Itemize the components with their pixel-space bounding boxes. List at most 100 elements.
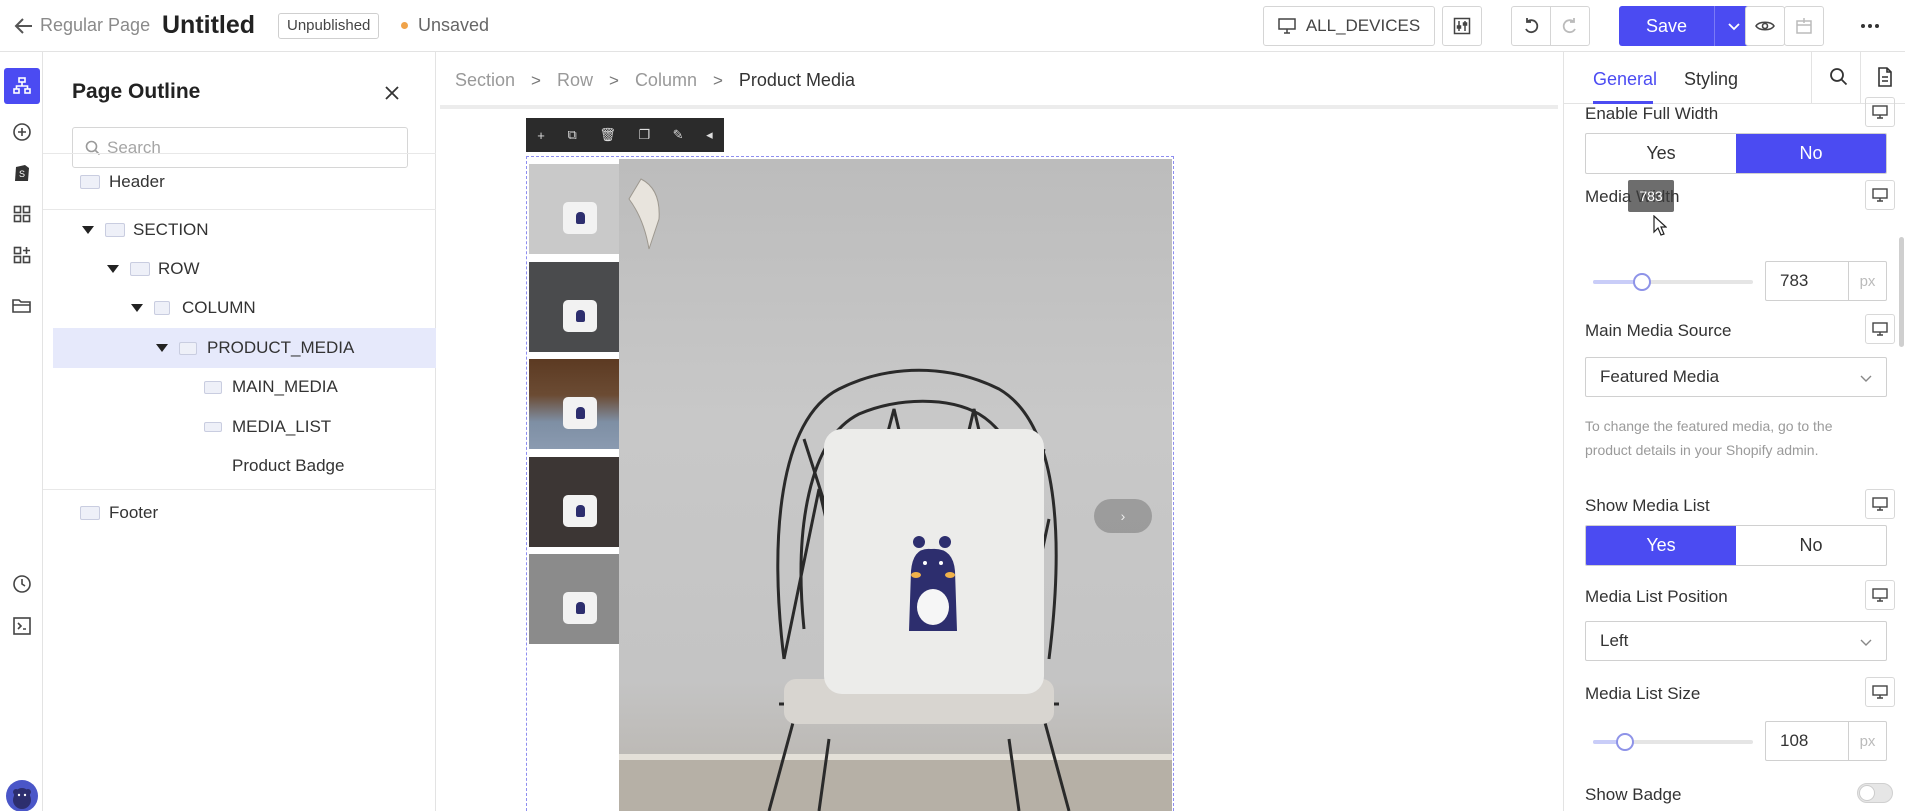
full-width-no-option[interactable]: No: [1736, 134, 1886, 173]
outline-item-column[interactable]: COLUMN: [43, 288, 436, 328]
outline-item-label: Product Badge: [232, 456, 345, 475]
media-list-no-option[interactable]: No: [1736, 526, 1886, 565]
media-thumbnail[interactable]: [529, 457, 619, 547]
media-width-slider[interactable]: [1593, 273, 1753, 291]
publish-button[interactable]: [1784, 6, 1824, 46]
caret-down-icon[interactable]: [107, 265, 119, 273]
add-element-icon[interactable]: [8, 118, 36, 146]
media-list-yes-option[interactable]: Yes: [1586, 526, 1736, 565]
device-toggle-button[interactable]: [1865, 180, 1895, 210]
device-toggle-button[interactable]: [1865, 489, 1895, 519]
redo-icon: [1562, 18, 1576, 34]
top-bar: Regular Page Untitled Unpublished Unsave…: [0, 0, 1905, 52]
page-title[interactable]: Untitled: [162, 11, 255, 40]
divider: [43, 153, 436, 154]
input-value[interactable]: 783: [1766, 262, 1848, 300]
preview-button[interactable]: [1745, 6, 1785, 46]
media-width-input[interactable]: 783 px: [1765, 261, 1887, 301]
caret-down-icon[interactable]: [131, 304, 143, 312]
media-list-position-select[interactable]: Left: [1585, 621, 1887, 661]
row-block-icon: [130, 262, 150, 276]
media-list-size-slider[interactable]: [1593, 733, 1753, 751]
page-type-link[interactable]: Regular Page: [40, 15, 150, 36]
delete-icon[interactable]: 🗑︎: [599, 127, 616, 143]
media-thumbnail[interactable]: [529, 359, 619, 449]
properties-panel: General Styling Enable Full Width Yes No…: [1563, 52, 1905, 811]
redo-button[interactable]: [1550, 6, 1590, 46]
device-toggle-button[interactable]: [1865, 677, 1895, 707]
media-list-size-input[interactable]: 108 px: [1765, 721, 1887, 761]
slider-handle[interactable]: [1633, 273, 1651, 291]
device-toggle-button[interactable]: [1865, 314, 1895, 344]
collapse-icon[interactable]: ◂: [706, 127, 713, 143]
save-button[interactable]: Save: [1619, 6, 1714, 46]
monitor-icon: [1872, 188, 1888, 202]
close-icon[interactable]: [383, 84, 401, 102]
shopify-icon[interactable]: S: [8, 158, 36, 186]
undo-icon: [1525, 18, 1539, 34]
caret-down-icon[interactable]: [82, 226, 94, 234]
undo-button[interactable]: [1511, 6, 1551, 46]
outline-item-header[interactable]: Header: [43, 162, 436, 202]
input-value[interactable]: 108: [1766, 722, 1848, 760]
next-image-button[interactable]: ›: [1094, 499, 1152, 533]
apps-icon[interactable]: [8, 241, 36, 269]
outline-item-label: Header: [109, 172, 165, 191]
device-toggle-button[interactable]: [1865, 97, 1895, 127]
more-options-button[interactable]: [1848, 6, 1892, 46]
breadcrumb: Section > Row > Column > Product Media: [455, 70, 855, 91]
select-value: Left: [1600, 631, 1629, 650]
add-icon[interactable]: +: [537, 128, 545, 143]
tab-general[interactable]: General: [1593, 69, 1657, 90]
style-icon[interactable]: ✎: [673, 127, 684, 143]
outline-item-main-media[interactable]: MAIN_MEDIA: [43, 367, 436, 407]
media-thumbnail[interactable]: [529, 554, 619, 644]
svg-text:S: S: [19, 169, 25, 179]
devices-label: ALL_DEVICES: [1305, 16, 1421, 35]
document-icon[interactable]: [1874, 66, 1896, 88]
outline-item-product-badge[interactable]: Product Badge: [43, 446, 436, 486]
outline-item-section[interactable]: SECTION: [43, 210, 436, 250]
save-state-text: Unsaved: [418, 15, 490, 35]
avatar[interactable]: [6, 780, 38, 811]
select-value: Featured Media: [1600, 367, 1720, 386]
settings-toggle-button[interactable]: [1442, 6, 1482, 46]
media-thumbnail[interactable]: [529, 164, 619, 254]
outline-item-footer[interactable]: Footer: [43, 493, 436, 533]
code-editor-icon[interactable]: [8, 612, 36, 640]
main-media-image[interactable]: [619, 159, 1172, 811]
full-width-yes-option[interactable]: Yes: [1586, 134, 1736, 173]
outline-item-media-list[interactable]: MEDIA_LIST: [43, 407, 436, 447]
history-icon[interactable]: [8, 570, 36, 598]
outline-icon[interactable]: [4, 68, 40, 104]
editor-canvas: Section > Row > Column > Product Media +…: [436, 52, 1563, 811]
caret-down-icon[interactable]: [156, 344, 168, 352]
folder-icon[interactable]: [8, 292, 36, 320]
media-list-size-label: Media List Size: [1585, 684, 1701, 703]
back-arrow-icon[interactable]: [12, 14, 36, 38]
outline-item-product-media[interactable]: PRODUCT_MEDIA: [53, 328, 436, 368]
divider: [43, 489, 436, 490]
outline-item-row[interactable]: ROW: [43, 249, 436, 289]
breadcrumb-item[interactable]: Section: [455, 70, 515, 91]
breadcrumb-item[interactable]: Column: [635, 70, 697, 91]
main-media-source-select[interactable]: Featured Media: [1585, 357, 1887, 397]
element-toolbar: + ⧉ 🗑︎ ❐ ✎ ◂: [526, 118, 724, 152]
monitor-icon: [1872, 685, 1888, 699]
templates-icon[interactable]: [8, 200, 36, 228]
devices-button[interactable]: ALL_DEVICES: [1263, 6, 1435, 46]
media-thumbnail[interactable]: [529, 262, 619, 352]
product-photo: [619, 178, 1172, 811]
breadcrumb-item[interactable]: Row: [557, 70, 593, 91]
device-toggle-button[interactable]: [1865, 580, 1895, 610]
duplicate-icon[interactable]: ⧉: [567, 127, 576, 143]
copy-icon[interactable]: ❐: [638, 127, 650, 143]
show-badge-switch[interactable]: [1857, 783, 1893, 803]
slider-handle[interactable]: [1616, 733, 1634, 751]
outline-item-label: SECTION: [133, 220, 209, 239]
search-icon[interactable]: [1828, 66, 1850, 88]
panel-scrollbar[interactable]: [1899, 237, 1904, 347]
sliders-icon: [1453, 17, 1471, 35]
tab-styling[interactable]: Styling: [1684, 69, 1738, 90]
outline-item-label: MEDIA_LIST: [232, 417, 332, 436]
